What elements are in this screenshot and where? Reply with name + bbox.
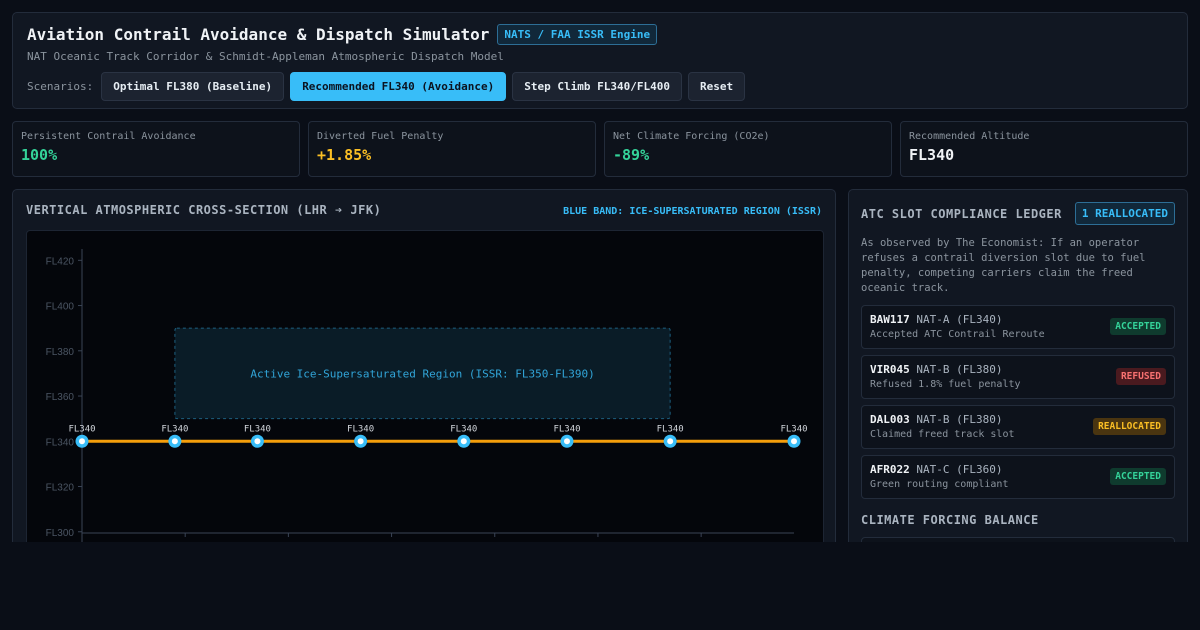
ledger-row-afr022[interactable]: AFR022 NAT-C (FL360) Green routing compl… <box>861 455 1175 499</box>
flight-track: NAT-A (FL340) <box>916 313 1003 326</box>
page-subtitle: NAT Oceanic Track Corridor & Schmidt-App… <box>27 50 504 63</box>
waypoint-marker-center <box>791 438 797 445</box>
waypoint-marker-center <box>79 438 85 445</box>
x-tick-label: 2500 <box>587 541 610 542</box>
ledger-panel: ATC SLOT COMPLIANCE LEDGER 1 REALLOCATED… <box>848 189 1188 542</box>
ledger-row-vir045[interactable]: VIR045 NAT-B (FL380) Refused 1.8% fuel p… <box>861 355 1175 399</box>
metric-value: 100% <box>21 146 58 164</box>
cross-section-title: VERTICAL ATMOSPHERIC CROSS-SECTION (LHR … <box>26 203 382 217</box>
ledger-title: ATC SLOT COMPLIANCE LEDGER <box>861 206 1062 221</box>
flight-code: VIR045 <box>870 363 910 376</box>
waypoint-label: FL340 <box>244 424 271 434</box>
waypoint-marker-center <box>667 438 674 445</box>
waypoint-label: FL340 <box>780 424 807 434</box>
app-viewport: Aviation Contrail Avoidance & Dispatch S… <box>0 0 1200 542</box>
metric-climate-forcing: Net Climate Forcing (CO2e) -89% <box>604 121 892 177</box>
y-tick-label: FL340 <box>46 437 75 448</box>
flight-code: BAW117 <box>870 313 910 326</box>
cross-section-panel: VERTICAL ATMOSPHERIC CROSS-SECTION (LHR … <box>12 189 836 542</box>
balance-title: CLIMATE FORCING BALANCE <box>861 513 1039 527</box>
metric-label: Net Climate Forcing (CO2e) <box>613 131 770 142</box>
scenario-step-climb-button[interactable]: Step Climb FL340/FL400 <box>512 72 682 101</box>
ledger-row-dal003[interactable]: DAL003 NAT-B (FL380) Claimed freed track… <box>861 405 1175 449</box>
waypoint-label: FL340 <box>450 424 477 434</box>
x-tick-label: 1000 <box>277 541 300 542</box>
flight-track: NAT-B (FL380) <box>916 413 1003 426</box>
issr-band-label: Active Ice-Supersaturated Region (ISSR: … <box>250 367 594 380</box>
metric-value: +1.85% <box>317 146 372 164</box>
ledger-description: As observed by The Economist: If an oper… <box>861 237 1146 294</box>
waypoint-label: FL340 <box>161 424 188 434</box>
x-tick-label: 1500 <box>380 541 403 542</box>
y-tick-label: FL380 <box>46 347 75 358</box>
waypoint-label: FL340 <box>68 424 95 434</box>
waypoint-label: FL340 <box>347 424 374 434</box>
reallocated-badge: 1 REALLOCATED <box>1074 202 1175 225</box>
metric-label: Persistent Contrail Avoidance <box>21 131 196 142</box>
scenario-baseline-button[interactable]: Optimal FL380 (Baseline) <box>101 72 285 101</box>
x-tick-label: 3000 <box>690 541 713 542</box>
waypoint-marker-center <box>171 438 178 445</box>
y-tick-label: FL300 <box>46 528 75 539</box>
flight-code: DAL003 <box>870 413 910 426</box>
metric-label: Diverted Fuel Penalty <box>317 131 444 142</box>
flight-code: AFR022 <box>870 463 910 476</box>
issr-legend-note: BLUE BAND: ICE-SUPERSATURATED REGION (IS… <box>563 206 822 217</box>
y-tick-label: FL420 <box>46 256 75 267</box>
header-panel: Aviation Contrail Avoidance & Dispatch S… <box>12 12 1188 109</box>
waypoint-marker-center <box>357 438 364 445</box>
metric-value: FL340 <box>909 146 955 164</box>
ledger-row-baw117[interactable]: BAW117 NAT-A (FL340) Accepted ATC Contra… <box>861 305 1175 349</box>
metric-fuel-penalty: Diverted Fuel Penalty +1.85% <box>308 121 596 177</box>
status-badge: ACCEPTED <box>1110 318 1166 335</box>
x-tick-label: 0 <box>79 541 85 542</box>
status-badge: ACCEPTED <box>1110 468 1166 485</box>
metric-value: -89% <box>613 146 650 164</box>
engine-badge: NATS / FAA ISSR Engine <box>497 24 658 45</box>
x-tick-label: 2000 <box>484 541 507 542</box>
balance-panel <box>861 537 1175 542</box>
scenario-bar: Scenarios: Optimal FL380 (Baseline) Reco… <box>27 72 1173 101</box>
flight-track: NAT-B (FL380) <box>916 363 1003 376</box>
y-tick-label: FL400 <box>46 302 75 313</box>
reset-button[interactable]: Reset <box>687 72 746 101</box>
status-badge: REFUSED <box>1115 368 1166 385</box>
status-badge: REALLOCATED <box>1093 418 1166 435</box>
waypoint-label: FL340 <box>553 424 580 434</box>
flight-track: NAT-C (FL360) <box>916 463 1003 476</box>
waypoint-marker-center <box>563 438 570 445</box>
scenario-avoidance-button[interactable]: Recommended FL340 (Avoidance) <box>290 72 507 101</box>
scenarios-label: Scenarios: <box>27 80 94 93</box>
ledger-list: BAW117 NAT-A (FL340) Accepted ATC Contra… <box>861 305 1175 499</box>
y-tick-label: FL360 <box>46 392 75 403</box>
y-tick-label: FL320 <box>46 483 75 494</box>
metric-contrail-avoidance: Persistent Contrail Avoidance 100% <box>12 121 300 177</box>
metric-label: Recommended Altitude <box>909 131 1030 142</box>
waypoint-marker-center <box>254 438 261 445</box>
metric-recommended-altitude: Recommended Altitude FL340 <box>900 121 1188 177</box>
x-tick-label: 500 <box>177 541 194 542</box>
metrics-row: Persistent Contrail Avoidance 100% Diver… <box>12 121 1188 177</box>
cross-section-svg: FL280FL300FL320FL340FL360FL380FL400FL420… <box>46 249 808 542</box>
waypoint-marker-center <box>460 438 467 445</box>
cross-section-chart[interactable]: FL280FL300FL320FL340FL360FL380FL400FL420… <box>26 230 824 542</box>
waypoint-label: FL340 <box>657 424 684 434</box>
page-title: Aviation Contrail Avoidance & Dispatch S… <box>27 25 490 44</box>
